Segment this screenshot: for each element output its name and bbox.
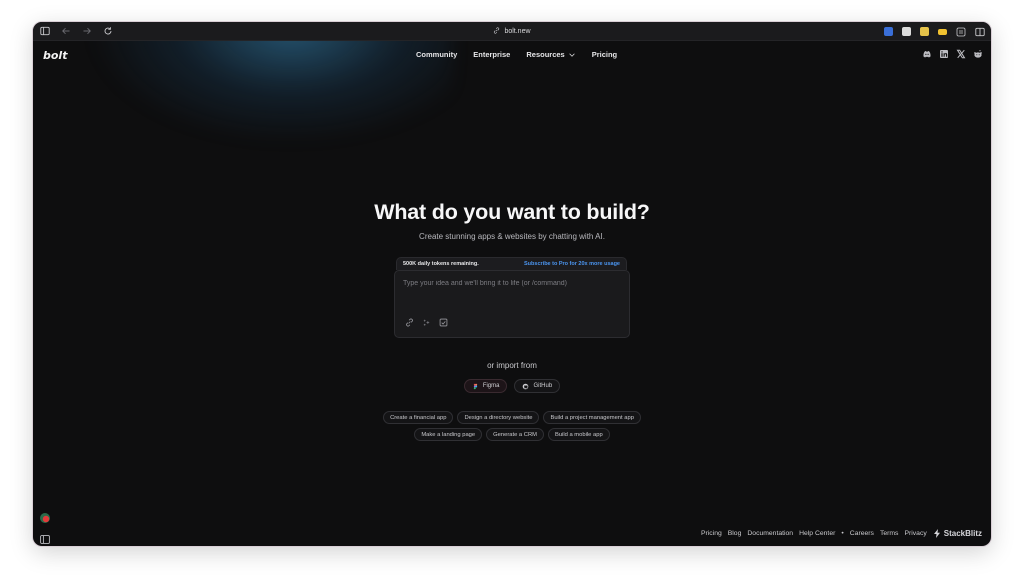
suggestion-pill[interactable]: Generate a CRM [486,428,544,441]
lightning-icon [933,529,940,538]
hero: What do you want to build? Create stunni… [33,200,991,241]
figma-label: Figma [482,383,500,389]
footer-terms-link[interactable]: Terms [880,530,899,537]
token-bar: 500K daily tokens remaining. Subscribe t… [396,257,627,270]
browser-toolbar: bolt.new [33,22,991,41]
footer-careers-link[interactable]: Careers [850,530,874,537]
reader-icon[interactable] [956,27,966,37]
screenshot-extension-icon[interactable] [902,27,911,36]
sidebar-toggle-icon[interactable] [40,531,50,544]
footer-separator: • [841,530,844,537]
footer-blog-link[interactable]: Blog [728,530,742,537]
nav-enterprise[interactable]: Enterprise [473,50,510,59]
heart-extension-icon[interactable] [920,27,929,36]
chevron-down-icon [569,53,575,57]
reload-icon[interactable] [103,26,113,36]
import-github-button[interactable]: GitHub [514,379,561,393]
hero-title: What do you want to build? [374,200,650,224]
discord-icon[interactable] [922,49,932,59]
reddit-icon[interactable] [973,49,983,59]
footer: Pricing Blog Documentation Help Center •… [701,529,982,538]
bitwarden-extension-icon[interactable] [884,27,893,36]
bolt-logo[interactable]: bolt [43,49,67,62]
page-content: bolt Community Enterprise Resources Pric… [33,41,991,546]
suggestions-row-1: Create a financial app Design a director… [33,411,991,424]
footer-privacy-link[interactable]: Privacy [904,530,926,537]
header-glow [93,41,453,141]
suggestion-pill[interactable]: Build a mobile app [547,428,610,441]
figma-icon [473,383,477,389]
address-bar: bolt.new [33,22,991,41]
suggestion-pill[interactable]: Create a financial app [383,411,454,424]
github-icon [523,383,529,389]
checkbox-icon[interactable] [439,318,448,327]
nav-pricing[interactable]: Pricing [592,50,617,59]
suggestion-pill[interactable]: Build a project management app [543,411,641,424]
main-nav: Community Enterprise Resources Pricing [416,50,617,59]
back-arrow-icon[interactable] [61,26,71,36]
import-figma-button[interactable]: Figma [463,379,508,393]
stackblitz-label: StackBlitz [943,529,982,538]
prompt-box [394,270,630,338]
nav-community[interactable]: Community [416,50,457,59]
footer-documentation-link[interactable]: Documentation [747,530,793,537]
suggestion-pill[interactable]: Design a directory website [457,411,540,424]
import-label: or import from [487,361,537,370]
browser-window: bolt.new bolt Community Enterprise Resou… [33,22,991,546]
footer-pricing-link[interactable]: Pricing [701,530,722,537]
suggestions-row-2: Make a landing page Generate a CRM Build… [33,428,991,441]
nav-resources[interactable]: Resources [526,50,575,59]
hero-subtitle: Create stunning apps & websites by chatt… [419,232,605,241]
linkedin-icon[interactable] [939,49,949,59]
sidebar-icon[interactable] [40,26,50,36]
link-icon [493,27,500,36]
forward-arrow-icon[interactable] [82,26,92,36]
enhance-prompt-icon[interactable] [422,318,431,327]
x-icon[interactable] [956,49,966,59]
github-label: GitHub [533,383,553,389]
wallet-extension-icon[interactable] [938,28,947,35]
prompt-tools [405,318,448,327]
social-links [922,49,983,59]
footer-help-center-link[interactable]: Help Center [799,530,835,537]
url-text[interactable]: bolt.new [504,28,530,35]
stackblitz-link[interactable]: StackBlitz [933,529,982,538]
prompt-input[interactable] [403,280,623,287]
avatar[interactable] [40,513,50,523]
split-view-icon[interactable] [975,27,985,37]
attach-link-icon[interactable] [405,318,414,327]
nav-resources-label: Resources [526,50,565,59]
tokens-remaining: 500K daily tokens remaining. [403,261,479,267]
import-options: Figma GitHub [33,379,991,393]
subscribe-pro-link[interactable]: Subscribe to Pro for 20x more usage [524,261,620,267]
suggestion-pill[interactable]: Make a landing page [414,428,483,441]
